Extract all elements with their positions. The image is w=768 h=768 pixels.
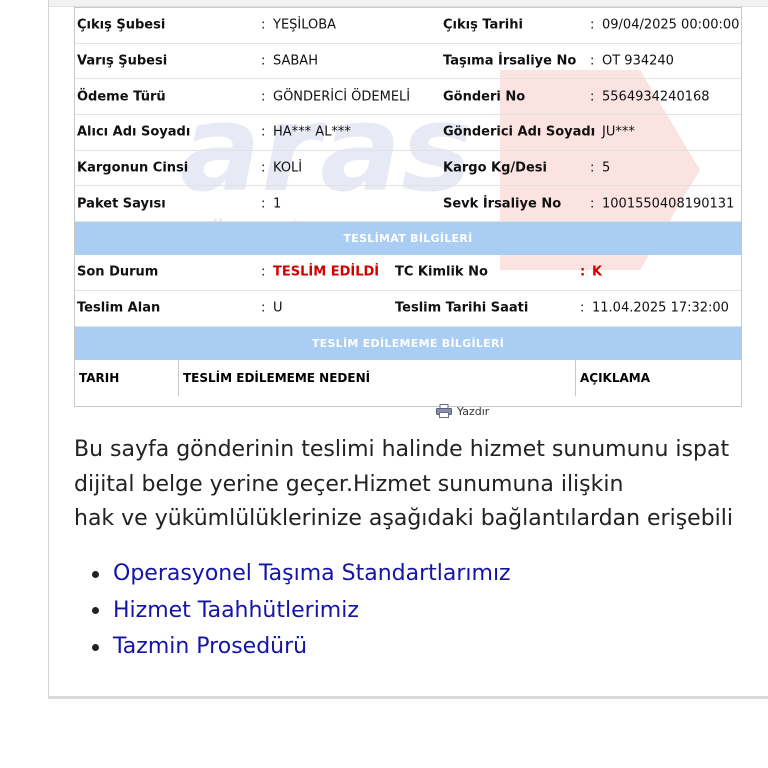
field-value: 5564934240168 [602,89,710,105]
link-service-commitments[interactable]: Hizmet Taahhütlerimiz [113,593,359,630]
list-item: Hizmet Taahhütlerimiz [92,593,511,630]
shipment-row: Çıkış Şubesi: YEŞİLOBA Çıkış Tarihi:09/04/… [75,8,741,44]
receiver-value: U [273,300,283,316]
sep: : [261,196,266,212]
delivery-section-header: TESLİMAT BİLGİLERİ [75,222,741,256]
field-value: OT 934240 [602,53,674,69]
bullet [92,607,99,615]
shipment-row: Ödeme Türü: GÖNDERİCİ ÖDEMELİ Gönderi No:5… [75,79,741,116]
field-value: 1 [273,196,282,212]
bullet [92,570,99,578]
delivery-date-value: 11.04.2025 17:32:00 [592,300,729,316]
field-label: Çıkış Tarihi [443,17,523,33]
status-value: TESLİM EDİLDİ [273,264,380,280]
tc-label: TC Kimlik No [395,264,488,280]
delivery-row-receiver: Teslim Alan : U Teslim Tarihi Saati : 11… [75,291,741,327]
field-label: Paket Sayısı [77,196,166,212]
paragraph-line: Bu sayfa gönderinin teslimi halinde hizm… [74,437,730,462]
shipment-row: Alıcı Adı Soyadı: HA*** AL*** Gönderici Ad… [75,115,741,151]
shipment-info-table: Çıkış Şubesi: YEŞİLOBA Çıkış Tarihi:09/04/… [74,7,742,407]
sep: : [590,196,595,212]
non-delivery-table-header: TARIH TESLİM EDİLEMEME NEDENİ AÇIKLAMA [75,359,741,396]
sep: : [261,89,266,105]
info-paragraph: Bu sayfa gönderinin teslimi halinde hizm… [74,433,768,537]
field-label: Ödeme Türü [77,89,166,105]
col-date: TARIH [75,359,179,396]
shipment-row: Paket Sayısı:1 Sevk İrsaliye No:100155040… [75,186,741,223]
col-reason: TESLİM EDİLEMEME NEDENİ [179,359,576,396]
field-value: KOLİ [273,160,303,176]
print-button[interactable]: Yazdır [436,404,489,418]
shipment-row: Kargonun Cinsi: KOLİ Kargo Kg/Desi:5 [75,151,741,187]
sep: : [261,160,266,176]
paragraph-line: hak ve yükümlülüklerinize aşağıdaki bağl… [74,506,734,531]
list-item: Operasyonel Taşıma Standartlarımız [92,556,511,593]
field-value: SABAH [273,53,318,69]
policy-links-list: Operasyonel Taşıma Standartlarımız Hizme… [92,556,511,666]
field-value: JU*** [602,124,635,140]
col-description: AÇIKLAMA [580,370,651,385]
field-value: 5 [602,160,611,176]
field-label: Sevk İrsaliye No [443,196,562,212]
sep: : [590,53,595,69]
tc-value: K [592,264,603,280]
sep: : [590,89,595,105]
print-label: Yazdır [457,404,490,418]
sep: : [580,264,586,280]
delivery-date-label: Teslim Tarihi Saati [395,300,529,316]
sep: : [261,17,266,33]
field-label: Kargo Kg/Desi [443,160,547,176]
link-compensation-procedure[interactable]: Tazmin Prosedürü [113,629,307,666]
sep: : [261,124,266,140]
link-operational-standards[interactable]: Operasyonel Taşıma Standartlarımız [113,556,511,593]
shipment-row: Varış Şubesi: SABAH Taşıma İrsaliye No: OT … [75,44,741,80]
bullet [92,643,99,651]
sep: : [590,124,595,140]
field-value: 09/04/2025 00:00:00 [602,17,740,33]
field-label: Gönderici Adı Soyadı [443,124,596,140]
sep: : [261,300,266,316]
field-label: Varış Şubesi [77,53,168,69]
receiver-label: Teslim Alan [77,300,161,316]
paragraph-line: dijital belge yerine geçer.Hizmet sunumu… [74,471,624,497]
field-label: Taşıma İrsaliye No [443,53,577,69]
printer-icon [436,404,452,418]
delivery-row-status: Son Durum : TESLİM EDİLDİ TC Kimlik No :… [75,255,741,291]
field-label: Alıcı Adı Soyadı [77,124,191,140]
field-value: YEŞİLOBA [273,17,337,33]
sep: : [580,300,585,316]
non-delivery-section-header: TESLİM EDİLEMEME BİLGİLERİ [75,326,741,360]
field-value: GÖNDERİCİ ÖDEMELİ [273,89,411,105]
non-delivery-empty-row [75,396,741,406]
field-label: Çıkış Şubesi [77,17,166,33]
status-label: Son Durum [77,264,159,280]
sep: : [590,160,595,176]
sep: : [261,53,266,69]
field-value: 1001550408190131 [602,196,735,212]
field-label: Kargonun Cinsi [77,160,189,176]
sep: : [261,264,266,280]
field-label: Gönderi No [443,89,526,105]
sep: : [590,17,595,33]
list-item: Tazmin Prosedürü [92,629,511,666]
field-value: HA*** AL*** [273,124,351,140]
